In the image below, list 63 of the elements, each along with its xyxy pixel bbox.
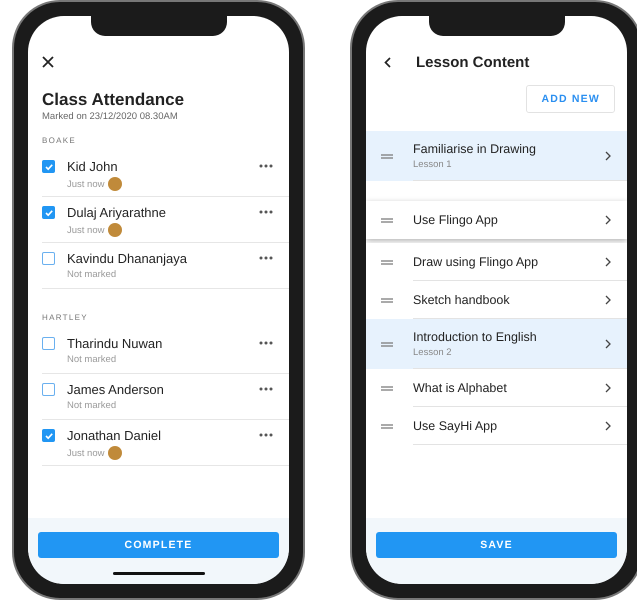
lesson-title: Sketch handbook <box>413 292 511 306</box>
student-name: Kid John <box>67 159 119 174</box>
lesson-title: Use SayHi App <box>413 418 498 432</box>
lesson-title: Introduction to English <box>413 330 538 344</box>
attendance-status: Just now <box>67 448 104 458</box>
drag-handle-icon[interactable] <box>381 154 393 158</box>
lesson-title: What is Alphabet <box>413 380 508 394</box>
marked-time: Marked on 23/12/2020 08.30AM <box>42 111 179 122</box>
avatar <box>108 177 122 191</box>
more-icon[interactable] <box>259 433 273 437</box>
check-icon <box>44 162 54 172</box>
drag-handle-icon[interactable] <box>381 260 393 264</box>
checkbox[interactable] <box>42 206 55 219</box>
attendance-status: Not marked <box>67 354 116 365</box>
lesson-item[interactable]: Introduction to English Lesson 2 <box>366 319 627 369</box>
lesson-title: Draw using Flingo App <box>413 254 540 268</box>
lesson-item[interactable]: Use Flingo App <box>366 201 627 239</box>
student-name: Tharindu Nuwan <box>67 336 164 351</box>
student-name: Dulaj Ariyarathne <box>67 205 167 220</box>
chevron-right-icon[interactable] <box>605 150 611 160</box>
student-name: Kavindu Dhananjaya <box>67 251 188 266</box>
checkbox[interactable] <box>42 160 55 173</box>
lesson-number: Lesson 1 <box>413 158 453 170</box>
more-icon[interactable] <box>259 164 273 168</box>
avatar <box>108 223 122 237</box>
group-heading: BOAKE <box>42 136 78 145</box>
lesson-item[interactable]: Familiarise in Drawing Lesson 1 <box>366 131 627 181</box>
lesson-title: Use Flingo App <box>413 213 499 227</box>
student-name: James Anderson <box>67 382 165 397</box>
checkbox[interactable] <box>42 383 55 396</box>
drag-handle-icon[interactable] <box>381 342 393 346</box>
more-icon[interactable] <box>259 256 273 260</box>
chevron-right-icon[interactable] <box>605 420 611 430</box>
checkbox[interactable] <box>42 252 55 265</box>
drag-handle-icon[interactable] <box>381 298 393 302</box>
lesson-title: Familiarise in Drawing <box>413 142 537 156</box>
close-icon[interactable] <box>42 56 54 68</box>
attendance-status: Just now <box>67 224 104 236</box>
avatar <box>108 446 122 460</box>
back-icon[interactable] <box>384 57 391 68</box>
more-icon[interactable] <box>259 341 273 345</box>
chevron-right-icon[interactable] <box>605 382 611 392</box>
attendance-status: Not marked <box>67 269 116 280</box>
checkbox[interactable] <box>42 429 55 442</box>
chevron-right-icon[interactable] <box>605 215 611 225</box>
student-name: Jonathan Daniel <box>67 428 162 443</box>
check-icon <box>44 430 54 440</box>
more-icon[interactable] <box>259 210 273 214</box>
chevron-right-icon[interactable] <box>605 338 611 348</box>
screen-title: Class Attendance <box>42 90 186 110</box>
check-icon <box>44 208 54 218</box>
screen-title: Lesson Content <box>416 54 530 71</box>
attendance-status: Just now <box>67 178 104 190</box>
chevron-right-icon[interactable] <box>605 294 611 304</box>
drag-handle-icon[interactable] <box>381 386 393 390</box>
drag-handle-icon[interactable] <box>381 424 393 428</box>
attendance-status: Not marked <box>67 400 116 411</box>
checkbox[interactable] <box>42 337 55 350</box>
group-heading: HARTLEY <box>42 313 89 322</box>
lesson-number: Lesson 2 <box>413 346 453 358</box>
drag-handle-icon[interactable] <box>381 218 393 222</box>
chevron-right-icon[interactable] <box>605 256 611 266</box>
more-icon[interactable] <box>259 387 273 391</box>
